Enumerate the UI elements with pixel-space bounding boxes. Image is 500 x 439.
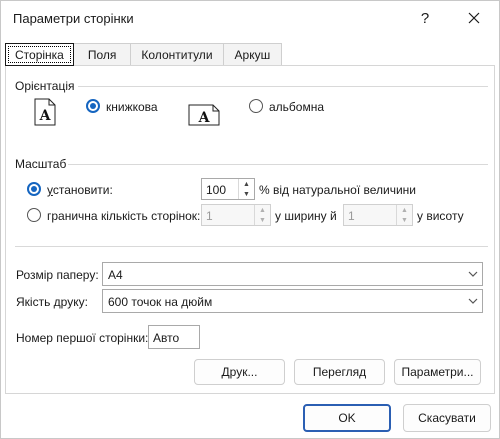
paper-size-value: A4 bbox=[108, 268, 123, 282]
tab-margins-label: Поля bbox=[87, 47, 117, 62]
landscape-label: альбомна bbox=[269, 100, 325, 114]
first-page-input[interactable]: Авто bbox=[148, 325, 200, 349]
ok-button[interactable]: OK bbox=[303, 404, 391, 432]
paper-divider bbox=[15, 246, 488, 247]
tab-page-label: Сторінка bbox=[15, 47, 64, 62]
paper-size-dropdown[interactable] bbox=[464, 263, 482, 285]
help-button[interactable]: ? bbox=[410, 5, 440, 31]
tab-header-footer-label: Колонтитули bbox=[141, 47, 213, 62]
tab-sheet-label: Аркуш bbox=[234, 47, 271, 62]
print-button[interactable]: Друк... bbox=[194, 359, 285, 385]
scale-set-radio[interactable] bbox=[27, 182, 41, 196]
landscape-icon-letter: A bbox=[198, 110, 211, 126]
scale-set-label: установити: bbox=[47, 183, 113, 197]
title-bar: Параметри сторінки ? bbox=[1, 1, 499, 35]
portrait-radio[interactable] bbox=[86, 99, 100, 113]
spinner-down-icon[interactable]: ▼ bbox=[255, 215, 270, 225]
portrait-icon-letter: A bbox=[39, 108, 52, 124]
tab-header-footer[interactable]: Колонтитули bbox=[130, 43, 224, 65]
print-preview-button[interactable]: Перегляд bbox=[294, 359, 385, 385]
paper-size-label: Розмір паперу: bbox=[16, 268, 99, 282]
dialog-title: Параметри сторінки bbox=[13, 11, 134, 26]
fit-wide-suffix: у ширину й bbox=[275, 209, 337, 223]
print-quality-label: Якість друку: bbox=[16, 295, 88, 309]
first-page-label: Номер першої сторінки: bbox=[16, 331, 149, 345]
spinner-up-icon[interactable]: ▲ bbox=[397, 205, 412, 215]
close-button[interactable] bbox=[459, 5, 489, 31]
orientation-divider bbox=[78, 86, 488, 87]
scale-percent-spinner[interactable]: 100 ▲ ▼ bbox=[201, 178, 255, 200]
scale-set-label-rest: становити: bbox=[52, 183, 113, 197]
options-button[interactable]: Параметри... bbox=[394, 359, 481, 385]
scale-fit-label: гранична кількість сторінок: bbox=[47, 209, 201, 223]
scale-group-label: Масштаб bbox=[15, 157, 67, 171]
portrait-label: книжкова bbox=[106, 100, 158, 114]
fit-tall-value: 1 bbox=[348, 209, 355, 223]
fit-tall-suffix: у висоту bbox=[417, 209, 464, 223]
orientation-group-label: Орієнтація bbox=[15, 79, 75, 93]
fit-wide-spinner[interactable]: 1 ▲ ▼ bbox=[201, 204, 271, 226]
print-quality-select[interactable]: 600 точок на дюйм bbox=[102, 289, 483, 313]
portrait-page-icon: A bbox=[34, 98, 56, 126]
help-icon: ? bbox=[420, 9, 430, 27]
scale-percent-suffix: % від натуральної величини bbox=[259, 183, 416, 197]
landscape-page-icon: A bbox=[188, 104, 220, 126]
scale-percent-value: 100 bbox=[206, 183, 227, 197]
tab-panel: Орієнтація A книжкова A альбомна Масштаб… bbox=[5, 65, 495, 394]
scale-fit-radio[interactable] bbox=[27, 208, 41, 222]
tab-sheet[interactable]: Аркуш bbox=[222, 43, 283, 65]
print-quality-value: 600 точок на дюйм bbox=[108, 295, 213, 309]
landscape-radio[interactable] bbox=[249, 99, 263, 113]
scale-percent-arrows[interactable]: ▲ ▼ bbox=[238, 179, 254, 199]
page-setup-dialog: Параметри сторінки ? Сторінка Поля Колон… bbox=[0, 0, 500, 439]
spinner-up-icon[interactable]: ▲ bbox=[239, 179, 254, 189]
chevron-down-icon bbox=[468, 271, 478, 277]
fit-wide-value: 1 bbox=[206, 209, 213, 223]
cancel-button[interactable]: Скасувати bbox=[403, 404, 491, 432]
fit-tall-arrows[interactable]: ▲ ▼ bbox=[396, 205, 412, 225]
close-icon bbox=[468, 12, 480, 24]
tab-margins[interactable]: Поля bbox=[72, 43, 132, 65]
tab-strip: Сторінка Поля Колонтитули Аркуш bbox=[5, 43, 283, 66]
fit-tall-spinner[interactable]: 1 ▲ ▼ bbox=[343, 204, 413, 226]
spinner-up-icon[interactable]: ▲ bbox=[255, 205, 270, 215]
first-page-value: Авто bbox=[153, 331, 180, 345]
print-quality-dropdown[interactable] bbox=[464, 290, 482, 312]
fit-wide-arrows[interactable]: ▲ ▼ bbox=[254, 205, 270, 225]
tab-page[interactable]: Сторінка bbox=[5, 43, 74, 66]
chevron-down-icon bbox=[468, 298, 478, 304]
scale-divider bbox=[68, 164, 488, 165]
spinner-down-icon[interactable]: ▼ bbox=[239, 189, 254, 199]
spinner-down-icon[interactable]: ▼ bbox=[397, 215, 412, 225]
paper-size-select[interactable]: A4 bbox=[102, 262, 483, 286]
